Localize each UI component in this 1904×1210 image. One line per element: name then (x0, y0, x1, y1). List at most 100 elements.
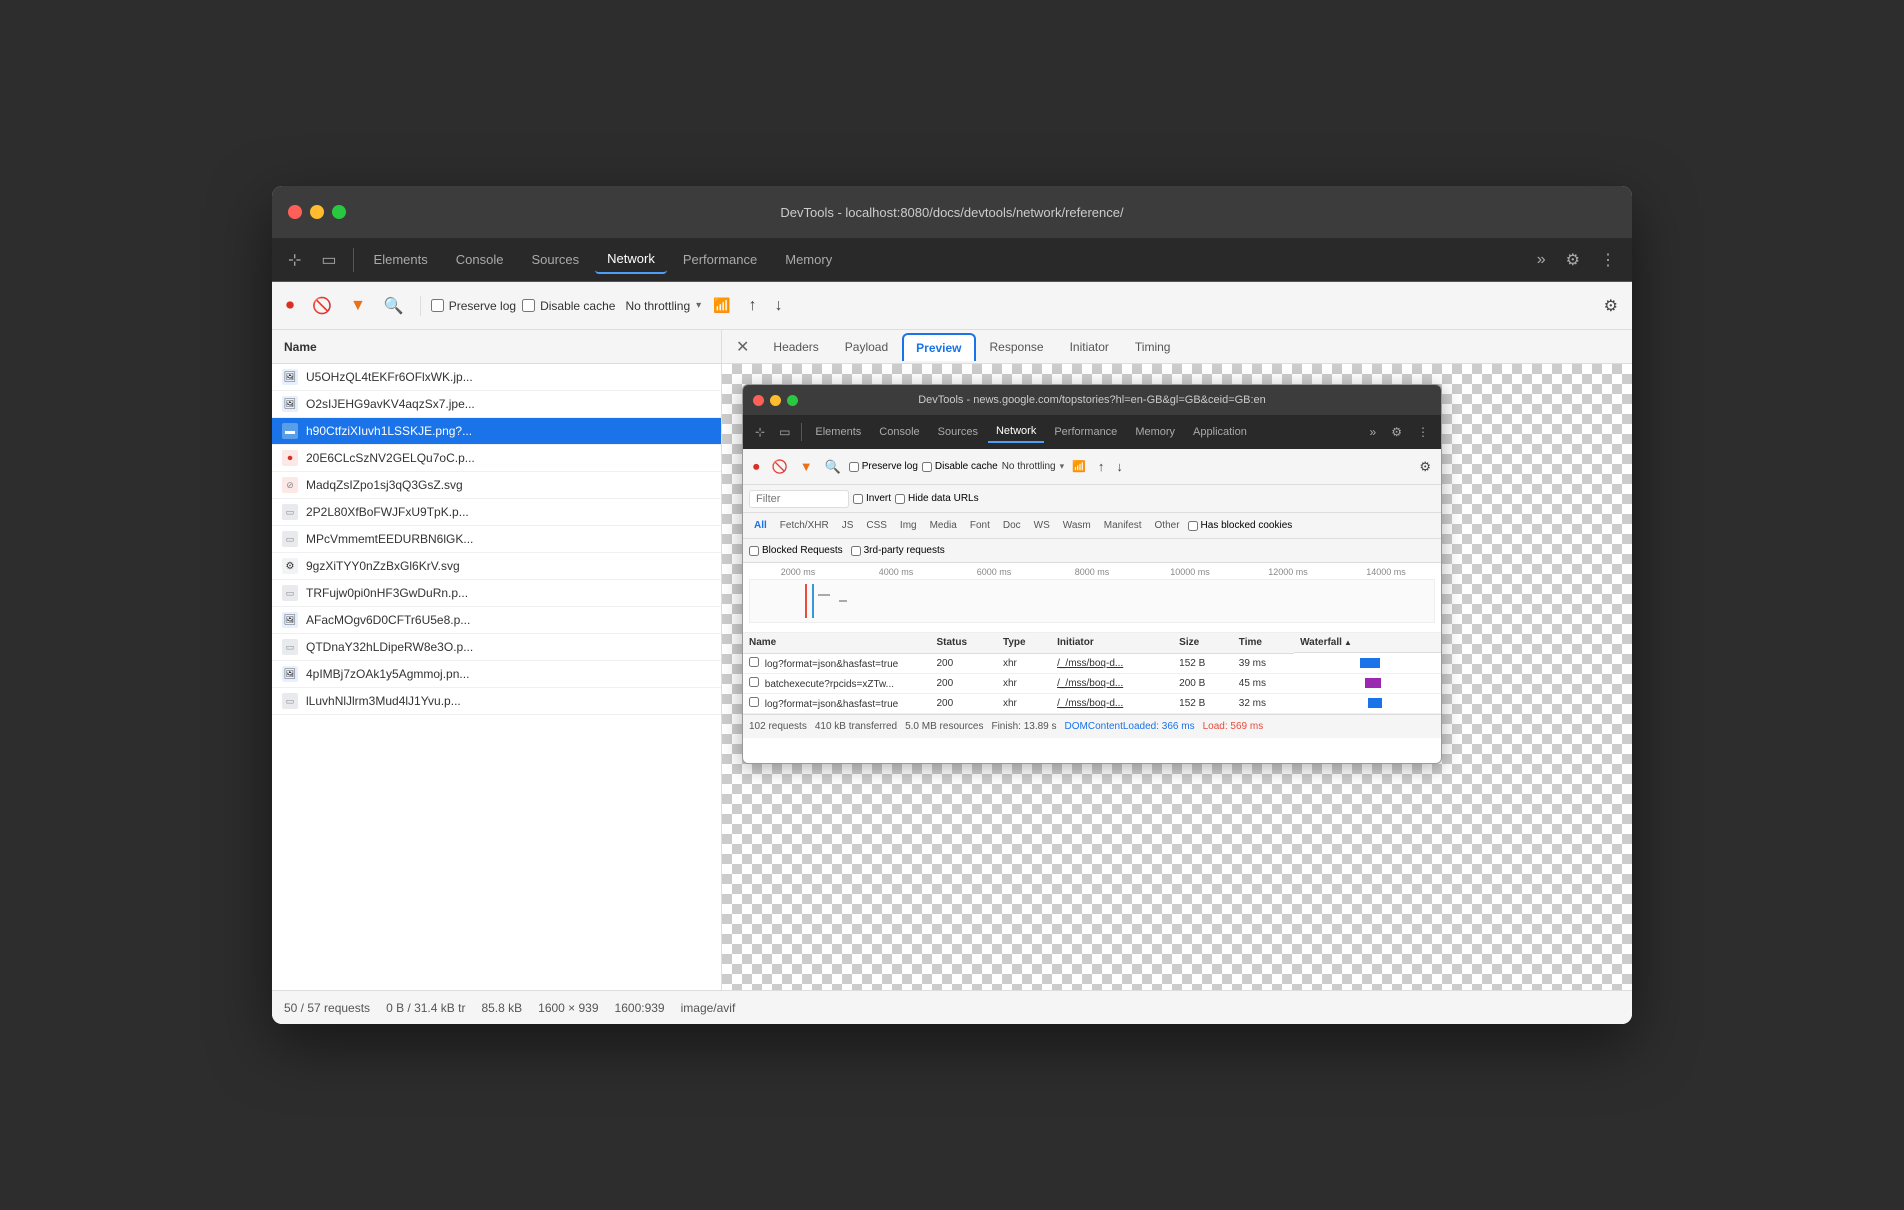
invert-label[interactable]: Invert (853, 493, 891, 504)
download-icon[interactable]: ↓ (769, 293, 789, 319)
more-options-icon[interactable]: ⋮ (1592, 244, 1624, 276)
has-blocked-checkbox[interactable] (1188, 521, 1198, 531)
type-ws-btn[interactable]: WS (1029, 519, 1055, 532)
type-all-btn[interactable]: All (749, 519, 772, 532)
row-checkbox[interactable] (749, 657, 759, 667)
list-item-selected[interactable]: ▬ h90CtfziXIuvh1LSSKJE.png?... (272, 418, 721, 445)
inner-tab-performance[interactable]: Performance (1046, 422, 1125, 442)
tab-timing[interactable]: Timing (1123, 334, 1183, 360)
hide-urls-checkbox[interactable] (895, 494, 905, 504)
record-button[interactable]: ⏺ (280, 293, 300, 319)
panel-close-button[interactable]: ✕ (730, 335, 755, 359)
minimize-button[interactable] (310, 205, 324, 219)
cell-initiator[interactable]: /_/mss/boq-d... (1051, 693, 1173, 713)
type-img-btn[interactable]: Img (895, 519, 922, 532)
list-item[interactable]: 🖼 AFacMOgv6D0CFTr6U5e8.p... (272, 607, 721, 634)
tab-payload[interactable]: Payload (833, 334, 900, 360)
col-header-waterfall[interactable]: Waterfall ▲ (1294, 633, 1441, 653)
disable-cache-label[interactable]: Disable cache (522, 299, 615, 313)
list-item[interactable]: ⊘ MadqZsIZpo1sj3qQ3GsZ.svg (272, 472, 721, 499)
type-other-btn[interactable]: Other (1150, 519, 1185, 532)
settings-icon[interactable]: ⚙ (1558, 244, 1588, 276)
device-icon[interactable]: ▭ (313, 244, 344, 276)
maximize-button[interactable] (332, 205, 346, 219)
table-row[interactable]: batchexecute?rpcids=xZTw... 200 xhr /_/m… (743, 673, 1441, 693)
inner-filter-icon-btn[interactable]: ▼ (796, 457, 817, 476)
type-doc-btn[interactable]: Doc (998, 519, 1026, 532)
col-header-time[interactable]: Time (1233, 633, 1294, 653)
col-header-name[interactable]: Name (743, 633, 931, 653)
tab-performance[interactable]: Performance (671, 246, 769, 273)
table-row[interactable]: log?format=json&hasfast=true 200 xhr /_/… (743, 653, 1441, 673)
tab-network[interactable]: Network (595, 245, 667, 274)
inner-tab-console[interactable]: Console (871, 422, 927, 442)
list-item[interactable]: ▭ 2P2L80XfBoFWJFxU9TpK.p... (272, 499, 721, 526)
wifi-icon[interactable]: 📶 (707, 293, 736, 318)
list-item[interactable]: ▭ QTDnaY32hLDipeRW8e3O.p... (272, 634, 721, 661)
type-fetch-btn[interactable]: Fetch/XHR (775, 519, 834, 532)
blocked-checkbox[interactable] (749, 546, 759, 556)
type-manifest-btn[interactable]: Manifest (1099, 519, 1147, 532)
row-checkbox[interactable] (749, 697, 759, 707)
tab-memory[interactable]: Memory (773, 246, 844, 273)
inner-net-settings[interactable]: ⚙ (1415, 457, 1435, 477)
row-checkbox[interactable] (749, 677, 759, 687)
inner-preserve-log[interactable]: Preserve log (849, 461, 918, 472)
preserve-log-label[interactable]: Preserve log (431, 299, 516, 313)
list-item[interactable]: ▭ MPcVmmemtEEDURBN6lGK... (272, 526, 721, 553)
inner-tab-application[interactable]: Application (1185, 422, 1255, 442)
tab-preview[interactable]: Preview (902, 333, 975, 361)
third-party-label[interactable]: 3rd-party requests (851, 545, 945, 556)
inner-cache-checkbox[interactable] (922, 462, 932, 472)
inner-preserve-checkbox[interactable] (849, 462, 859, 472)
close-button[interactable] (288, 205, 302, 219)
invert-checkbox[interactable] (853, 494, 863, 504)
tab-response[interactable]: Response (978, 334, 1056, 360)
inner-clear-btn[interactable]: 🚫 (768, 457, 792, 477)
inner-disable-cache[interactable]: Disable cache (922, 461, 998, 472)
list-item[interactable]: ⚙ 9gzXiTYY0nZzBxGl6KrV.svg (272, 553, 721, 580)
filter-button[interactable]: ▼ (344, 293, 372, 319)
inner-tab-memory[interactable]: Memory (1127, 422, 1183, 442)
cell-initiator[interactable]: /_/mss/boq-d... (1051, 653, 1173, 673)
throttle-select[interactable]: No throttling (625, 299, 690, 313)
col-header-size[interactable]: Size (1173, 633, 1233, 653)
upload-icon[interactable]: ↑ (743, 293, 763, 319)
inner-record-btn[interactable]: ⏺ (749, 457, 764, 477)
disable-cache-checkbox[interactable] (522, 299, 535, 312)
hide-urls-label[interactable]: Hide data URLs (895, 493, 979, 504)
tab-headers[interactable]: Headers (761, 334, 830, 360)
col-header-initiator[interactable]: Initiator (1051, 633, 1173, 653)
tab-initiator[interactable]: Initiator (1058, 334, 1121, 360)
more-tabs-icon[interactable]: » (1529, 245, 1554, 275)
inner-download-btn[interactable]: ↓ (1112, 457, 1127, 476)
list-item[interactable]: ▭ TRFujw0pi0nHF3GwDuRn.p... (272, 580, 721, 607)
inner-upload-btn[interactable]: ↑ (1094, 457, 1109, 476)
inner-wifi-icon[interactable]: 📶 (1068, 458, 1090, 475)
cell-initiator[interactable]: /_/mss/boq-d... (1051, 673, 1173, 693)
network-settings-icon[interactable]: ⚙ (1598, 292, 1624, 320)
type-js-btn[interactable]: JS (837, 519, 859, 532)
table-row[interactable]: log?format=json&hasfast=true 200 xhr /_/… (743, 693, 1441, 713)
inner-search-btn[interactable]: 🔍 (821, 457, 845, 477)
col-header-type[interactable]: Type (997, 633, 1051, 653)
search-button[interactable]: 🔍 (378, 292, 410, 320)
clear-button[interactable]: 🚫 (306, 292, 338, 320)
type-wasm-btn[interactable]: Wasm (1058, 519, 1096, 532)
col-header-status[interactable]: Status (931, 633, 998, 653)
cursor-icon[interactable]: ⊹ (280, 244, 309, 276)
list-item[interactable]: 🖼 4pIMBj7zOAk1y5Agmmoj.pn... (272, 661, 721, 688)
type-font-btn[interactable]: Font (965, 519, 995, 532)
tab-elements[interactable]: Elements (362, 246, 440, 273)
list-item[interactable]: ▭ lLuvhNlJlrm3Mud4lJ1Yvu.p... (272, 688, 721, 715)
tab-sources[interactable]: Sources (519, 246, 591, 273)
inner-tab-elements[interactable]: Elements (807, 422, 869, 442)
type-media-btn[interactable]: Media (925, 519, 962, 532)
inner-tab-sources[interactable]: Sources (930, 422, 986, 442)
type-css-btn[interactable]: CSS (861, 519, 892, 532)
blocked-requests-label[interactable]: Blocked Requests (749, 545, 843, 556)
inner-filter-input[interactable] (749, 490, 849, 508)
list-item[interactable]: ⏺ 20E6CLcSzNV2GELQu7oC.p... (272, 445, 721, 472)
has-blocked-label[interactable]: Has blocked cookies (1188, 520, 1293, 531)
tab-console[interactable]: Console (444, 246, 516, 273)
